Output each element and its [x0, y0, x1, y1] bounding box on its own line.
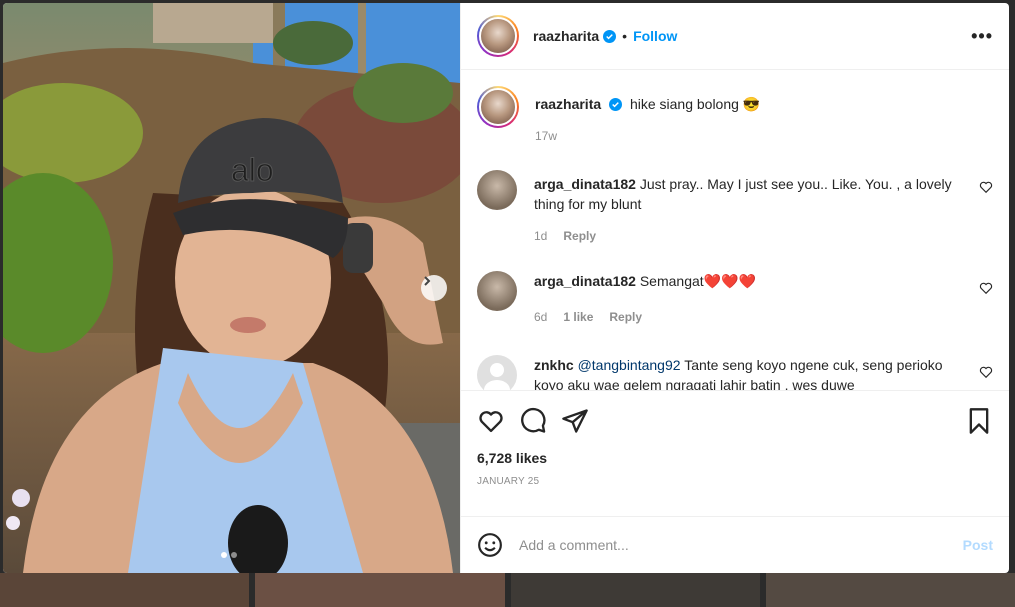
svg-text:alo: alo	[231, 152, 274, 188]
post-date: JANUARY 25	[477, 476, 540, 487]
comment-username[interactable]: znkhc	[534, 357, 574, 373]
comment-input[interactable]	[519, 537, 963, 553]
comment-icon[interactable]	[519, 407, 547, 435]
background-feed-strip	[0, 573, 1015, 607]
caption-text: hike siang bolong	[629, 96, 739, 112]
comment-username[interactable]: arga_dinata182	[534, 273, 636, 289]
share-icon[interactable]	[561, 407, 589, 435]
bookmark-icon[interactable]	[965, 407, 993, 435]
comment-like-heart-icon[interactable]	[979, 365, 993, 379]
comment-like-heart-icon[interactable]	[979, 180, 993, 194]
chevron-right-icon	[424, 276, 431, 286]
emoji-icon[interactable]	[477, 532, 503, 558]
comments-list[interactable]: raazharita hike siang bolong 😎 17w arga_…	[461, 70, 1009, 390]
follow-button[interactable]: Follow	[633, 28, 677, 44]
carousel-dot-active	[221, 552, 227, 558]
reply-button[interactable]: Reply	[609, 307, 642, 327]
author-username[interactable]: raazharita	[533, 28, 599, 44]
heart-icon[interactable]	[477, 407, 505, 435]
comment-item: arga_dinata182 Semangat❤️❤️❤️ 6d 1 like …	[477, 271, 993, 355]
commenter-avatar[interactable]	[477, 355, 517, 390]
post-details-panel: raazharita • Follow ••• raazharita hike …	[460, 3, 1009, 573]
likes-count[interactable]: 6,728 likes	[461, 450, 1009, 472]
commenter-avatar[interactable]	[477, 170, 517, 210]
photo-illustration: alo	[3, 3, 460, 573]
more-options-button[interactable]: •••	[971, 26, 993, 47]
comment-item: znkhc @tangbintang92 Tante seng koyo nge…	[477, 355, 993, 390]
comment-mention[interactable]: @tangbintang92	[578, 357, 681, 373]
caption-item: raazharita hike siang bolong 😎 17w	[477, 86, 993, 170]
commenter-avatar[interactable]	[477, 271, 517, 311]
caption-username[interactable]: raazharita	[535, 96, 601, 112]
caption-emoji: 😎	[742, 96, 761, 112]
verified-badge-icon	[609, 98, 623, 111]
comment-emojis: ❤️❤️❤️	[703, 273, 756, 289]
comment-time[interactable]: 1d	[534, 226, 547, 246]
post-header: raazharita • Follow •••	[461, 3, 1009, 70]
comment-time[interactable]: 6d	[534, 307, 547, 327]
comment-likes-count[interactable]: 1 like	[563, 307, 593, 327]
author-avatar[interactable]	[477, 15, 519, 57]
next-photo-button[interactable]	[421, 275, 447, 301]
comment-item: arga_dinata182 Just pray.. May I just se…	[477, 170, 993, 271]
post-modal: alo raazharita • Follow ••• raazharita h…	[3, 3, 1009, 573]
comment-like-heart-icon[interactable]	[979, 281, 993, 295]
comment-text: Semangat	[639, 273, 704, 289]
separator-dot: •	[622, 28, 628, 44]
caption-time[interactable]: 17w	[535, 126, 557, 146]
comment-username[interactable]: arga_dinata182	[534, 176, 636, 192]
post-comment-button[interactable]: Post	[963, 537, 993, 553]
verified-badge-icon	[603, 29, 617, 43]
carousel-indicator	[221, 552, 237, 558]
carousel-dot	[231, 552, 237, 558]
post-photo: alo	[3, 3, 460, 573]
add-comment-bar: Post	[461, 516, 1009, 573]
caption-author-avatar[interactable]	[477, 86, 519, 128]
post-actions-bar	[461, 390, 1009, 450]
reply-button[interactable]: Reply	[563, 226, 596, 246]
